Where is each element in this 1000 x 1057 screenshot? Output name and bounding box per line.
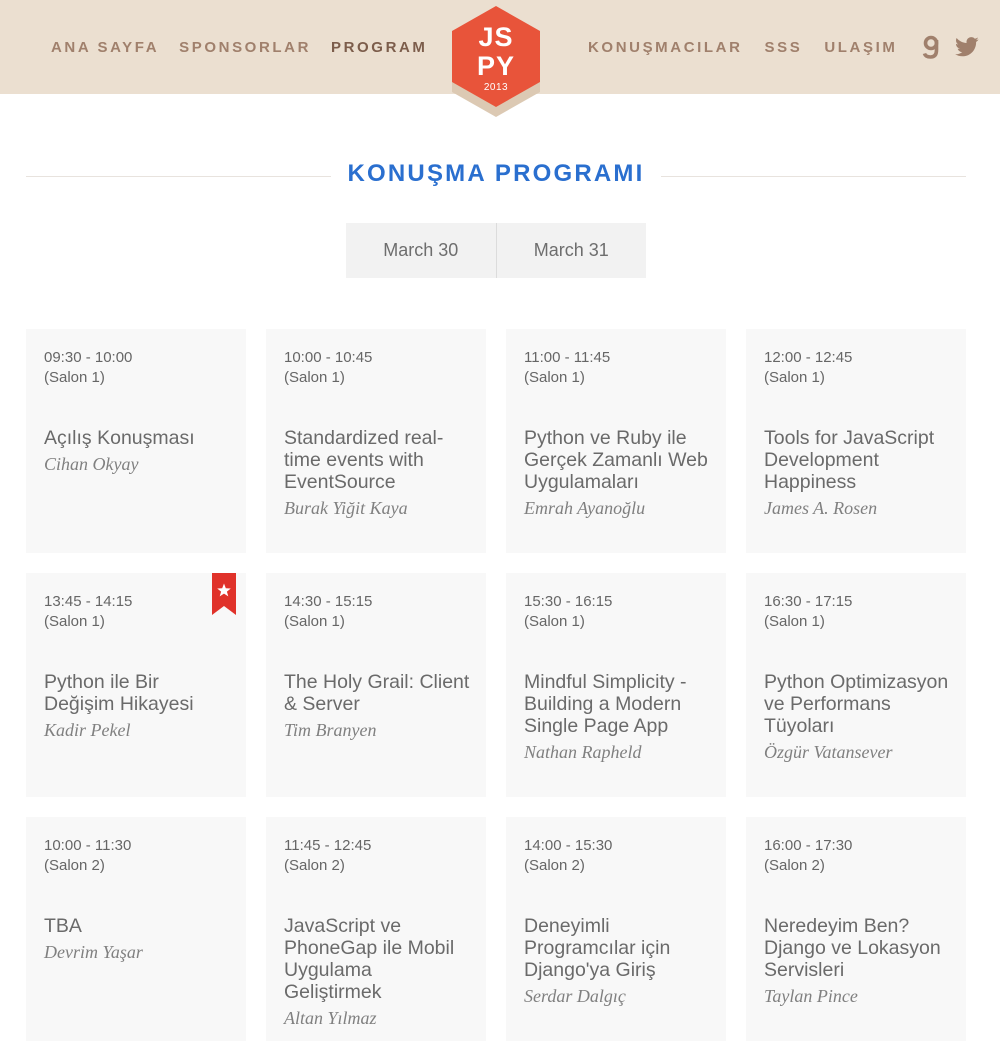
- session-speaker: Burak Yiğit Kaya: [284, 498, 408, 518]
- session-title: JavaScript ve PhoneGap ile Mobil Uygulam…: [284, 915, 455, 1003]
- session-card[interactable]: 13:45 - 14:15 (Salon 1) Python ile Bir D…: [26, 573, 246, 797]
- session-speaker: Emrah Ayanoğlu: [524, 498, 646, 518]
- session-time: 14:00 - 15:30: [524, 837, 613, 854]
- session-title: Python ve Ruby ile Gerçek Zamanlı Web Uy…: [524, 427, 708, 493]
- nav-item-ulasim[interactable]: ULAŞIM: [824, 39, 897, 56]
- session-room: (Salon 2): [44, 857, 105, 874]
- session-room: (Salon 2): [284, 857, 345, 874]
- session-card[interactable]: 16:00 - 17:30 (Salon 2) Neredeyim Ben? D…: [746, 817, 966, 1041]
- logo-line-js: JS: [478, 22, 514, 52]
- session-room: (Salon 1): [284, 613, 345, 630]
- session-room: (Salon 1): [44, 613, 105, 630]
- title-divider-left: [26, 176, 331, 177]
- tab-march-30[interactable]: March 30: [346, 223, 496, 278]
- logo-year: 2013: [483, 82, 509, 93]
- session-card[interactable]: 10:00 - 11:30 (Salon 2) TBA Devrim Yaşar: [26, 817, 246, 1041]
- nav-right: KONUŞMACILAR SSS ULAŞIM: [588, 0, 991, 94]
- session-speaker: Nathan Rapheld: [524, 742, 642, 762]
- session-speaker: Altan Yılmaz: [284, 1008, 377, 1028]
- session-title: Python ile Bir Değişim Hikayesi: [44, 671, 194, 715]
- nav-left: ANA SAYFA SPONSORLAR PROGRAM: [51, 0, 448, 94]
- session-speaker: Devrim Yaşar: [44, 942, 143, 962]
- session-room: (Salon 1): [284, 369, 345, 386]
- site-header: ANA SAYFA SPONSORLAR PROGRAM KONUŞMACILA…: [0, 0, 1000, 117]
- session-title: Mindful Simplicity - Building a Modern S…: [524, 671, 687, 737]
- session-card[interactable]: 12:00 - 12:45 (Salon 1) Tools for JavaSc…: [746, 329, 966, 553]
- session-time: 12:00 - 12:45: [764, 349, 853, 366]
- tab-march-31[interactable]: March 31: [495, 223, 647, 278]
- session-title: Açılış Konuşması: [44, 427, 195, 449]
- session-room: (Salon 2): [524, 857, 585, 874]
- nav-item-program[interactable]: PROGRAM: [331, 39, 428, 56]
- session-title: Tools for JavaScript Development Happine…: [764, 427, 935, 493]
- session-speaker: Taylan Pince: [764, 986, 858, 1006]
- session-time: 16:00 - 17:30: [764, 837, 853, 854]
- session-room: (Salon 1): [44, 369, 105, 386]
- session-card[interactable]: 15:30 - 16:15 (Salon 1) Mindful Simplici…: [506, 573, 726, 797]
- session-speaker: Kadir Pekel: [44, 720, 131, 740]
- session-time: 11:45 - 12:45: [284, 837, 372, 854]
- session-card[interactable]: 09:30 - 10:00 (Salon 1) Açılış Konuşması…: [26, 329, 246, 553]
- session-room: (Salon 2): [764, 857, 825, 874]
- logo-text: JS PY 2013: [448, 6, 544, 118]
- session-card[interactable]: 11:00 - 11:45 (Salon 1) Python ve Ruby i…: [506, 329, 726, 553]
- session-time: 16:30 - 17:15: [764, 593, 853, 610]
- session-room: (Salon 1): [524, 613, 585, 630]
- session-room: (Salon 1): [764, 369, 825, 386]
- session-card[interactable]: 14:30 - 15:15 (Salon 1) The Holy Grail: …: [266, 573, 486, 797]
- session-speaker: Tim Branyen: [284, 720, 377, 740]
- session-card[interactable]: 14:00 - 15:30 (Salon 2) Deneyimli Progra…: [506, 817, 726, 1041]
- session-title: Standardized real-time events with Event…: [284, 427, 444, 493]
- session-title: The Holy Grail: Client & Server: [284, 671, 470, 715]
- session-room: (Salon 1): [524, 369, 585, 386]
- nav-item-sss[interactable]: SSS: [765, 39, 803, 56]
- session-time: 15:30 - 16:15: [524, 593, 613, 610]
- nav-item-ana-sayfa[interactable]: ANA SAYFA: [51, 39, 159, 56]
- title-divider-right: [661, 176, 966, 177]
- nav-item-sponsorlar[interactable]: SPONSORLAR: [179, 39, 311, 56]
- session-room: (Salon 1): [764, 613, 825, 630]
- day-tabs: March 30 March 31: [346, 223, 646, 278]
- session-speaker: Özgür Vatansever: [764, 742, 893, 762]
- jspy-logo[interactable]: JS PY 2013: [448, 6, 544, 118]
- session-speaker: Serdar Dalgıç: [524, 986, 626, 1006]
- session-title: Neredeyim Ben? Django ve Lokasyon Servis…: [764, 915, 941, 981]
- social-links: [919, 35, 991, 59]
- session-time: 13:45 - 14:15: [44, 593, 133, 610]
- session-time: 09:30 - 10:00: [44, 349, 133, 366]
- session-time: 10:00 - 10:45: [284, 349, 373, 366]
- session-time: 11:00 - 11:45: [524, 349, 611, 366]
- session-speaker: James A. Rosen: [764, 498, 878, 518]
- bookmark-star-icon[interactable]: [212, 573, 236, 615]
- nav-item-konusmacilar[interactable]: KONUŞMACILAR: [588, 39, 743, 56]
- session-card[interactable]: 16:30 - 17:15 (Salon 1) Python Optimizas…: [746, 573, 966, 797]
- session-time: 14:30 - 15:15: [284, 593, 373, 610]
- session-title: Python Optimizasyon ve Performans Tüyola…: [764, 671, 949, 737]
- session-time: 10:00 - 11:30: [44, 837, 132, 854]
- session-card[interactable]: 10:00 - 10:45 (Salon 1) Standardized rea…: [266, 329, 486, 553]
- session-title: Deneyimli Programcılar için Django'ya Gi…: [524, 915, 671, 981]
- gowalla-icon[interactable]: [919, 35, 943, 59]
- session-speaker: Cihan Okyay: [44, 454, 139, 474]
- page-title: KONUŞMA PROGRAMI: [347, 160, 645, 187]
- session-card[interactable]: 11:45 - 12:45 (Salon 2) JavaScript ve Ph…: [266, 817, 486, 1041]
- twitter-icon[interactable]: [955, 35, 980, 59]
- logo-line-py: PY: [476, 51, 516, 81]
- session-title: TBA: [44, 915, 82, 937]
